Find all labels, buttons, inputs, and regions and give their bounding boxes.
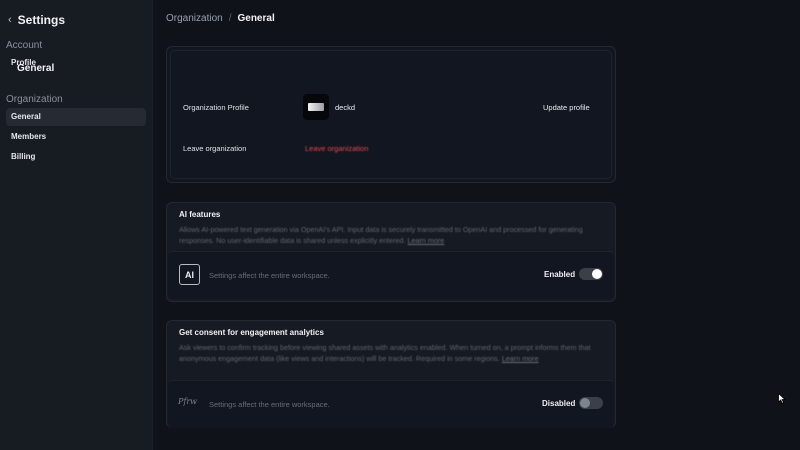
sidebar-section-organization: Organization [6,94,63,105]
consent-toggle[interactable] [579,397,603,409]
general-title: General [17,63,55,74]
consent-title: Get consent for engagement analytics [179,328,324,337]
ai-features-toggle[interactable] [579,268,603,280]
ai-features-title: AI features [179,210,221,219]
ai-icon: AI [179,264,200,285]
consent-note: Settings affect the entire workspace. [209,400,330,409]
leave-org-label: Leave organization [183,144,247,153]
general-card [166,46,616,183]
ai-learn-more-link[interactable]: Learn more [408,236,445,245]
general-card-inner [170,50,612,179]
mouse-cursor-icon [778,393,786,404]
leave-org-button[interactable]: Leave organization [305,144,368,153]
breadcrumb-separator: / [228,13,232,24]
breadcrumb-parent[interactable]: Organization [166,13,223,24]
toggle-knob [580,398,590,408]
consent-description: Ask viewers to confirm tracking before v… [179,342,599,364]
org-logo-icon [308,103,324,111]
sidebar-item-members[interactable]: Members [6,128,146,146]
toggle-knob [592,269,602,279]
ai-features-note: Settings affect the entire workspace. [209,271,330,280]
sidebar-header[interactable]: ‹ Settings [8,13,65,27]
consent-toggle-status: Disabled [542,399,576,408]
consent-learn-more-link[interactable]: Learn more [502,354,539,363]
org-profile-label: Organization Profile [183,103,249,112]
signature-icon: Pfrw [178,397,198,406]
org-avatar [303,94,329,120]
ai-features-description-text: Allows AI-powered text generation via Op… [179,225,583,245]
sidebar-item-general[interactable]: General [6,108,146,126]
ai-toggle-status: Enabled [544,270,576,279]
update-profile-button[interactable]: Update profile [543,103,590,112]
sidebar-section-account: Account [6,40,43,51]
ai-features-description: Allows AI-powered text generation via Op… [179,224,599,246]
breadcrumb: Organization / General [166,13,275,24]
org-name: deckd [335,103,356,112]
chevron-left-icon[interactable]: ‹ [8,14,12,26]
sidebar-item-billing[interactable]: Billing [6,148,146,166]
sidebar-title: Settings [17,13,66,27]
breadcrumb-current: General [237,13,275,24]
